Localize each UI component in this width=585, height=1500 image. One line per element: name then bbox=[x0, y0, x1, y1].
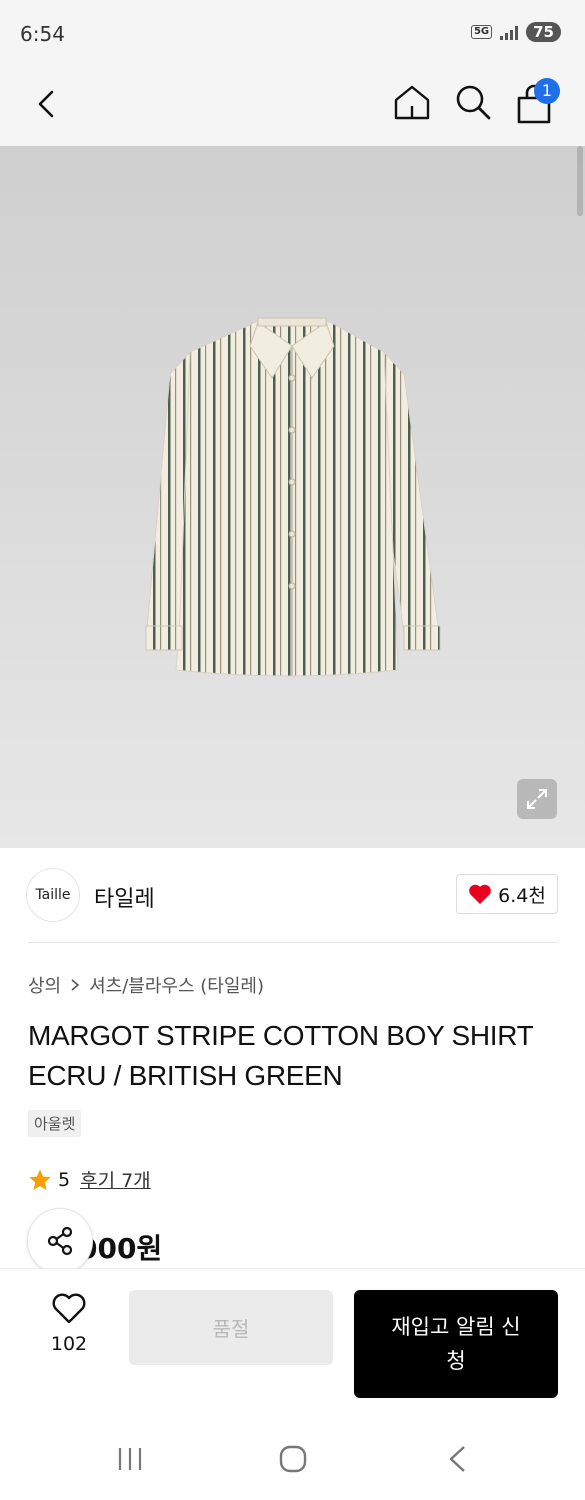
outlet-badge: 아울렛 bbox=[28, 1110, 82, 1137]
recent-apps-icon bbox=[118, 1448, 142, 1470]
wish-button[interactable]: 102 bbox=[36, 1293, 102, 1363]
expand-image-button[interactable] bbox=[517, 779, 557, 819]
star-icon bbox=[29, 1169, 51, 1190]
home-icon bbox=[394, 85, 430, 120]
scrollbar[interactable] bbox=[577, 146, 583, 216]
product-image[interactable] bbox=[0, 146, 585, 848]
share-icon bbox=[47, 1226, 73, 1256]
brand-like-button[interactable]: 6.4천 bbox=[456, 874, 558, 914]
system-home-button[interactable] bbox=[278, 1444, 308, 1474]
restock-alert-button[interactable]: 재입고 알림 신청 bbox=[354, 1290, 558, 1398]
divider bbox=[28, 942, 558, 943]
back-button[interactable] bbox=[30, 86, 66, 122]
top-nav: 1 bbox=[0, 68, 585, 146]
chevron-right-icon bbox=[71, 979, 80, 991]
system-nav bbox=[0, 1413, 585, 1500]
status-indicators: 5G 75 bbox=[470, 22, 561, 42]
brand-logo[interactable]: Taille bbox=[26, 868, 80, 922]
product-title: MARGOT STRIPE COTTON BOY SHIRT ECRU / BR… bbox=[28, 1020, 533, 1091]
battery-icon: 75 bbox=[526, 22, 561, 42]
back-icon bbox=[38, 90, 54, 118]
striped-shirt-image bbox=[145, 317, 441, 677]
brand-name[interactable]: 타일레 bbox=[94, 881, 155, 913]
review-link[interactable]: 후기 7개 bbox=[80, 1166, 151, 1193]
brand-like-count: 6.4천 bbox=[498, 884, 546, 907]
breadcrumb-category[interactable]: 상의 bbox=[28, 972, 61, 998]
system-back-button[interactable] bbox=[444, 1444, 470, 1474]
search-icon bbox=[456, 85, 491, 120]
system-home-icon bbox=[279, 1445, 307, 1473]
wish-count: 102 bbox=[50, 1333, 88, 1355]
heart-icon bbox=[469, 884, 491, 904]
breadcrumb: 상의 셔츠/블라우스 (타일레) bbox=[28, 972, 264, 998]
status-bar: 6:54 5G 75 bbox=[0, 0, 585, 68]
share-button[interactable] bbox=[27, 1208, 93, 1274]
rating-value: 5 bbox=[58, 1168, 71, 1191]
signal-icon bbox=[500, 24, 519, 40]
system-back-icon bbox=[449, 1446, 465, 1472]
rating: 5 후기 7개 bbox=[28, 1166, 151, 1193]
soldout-button: 품절 bbox=[129, 1290, 333, 1365]
home-button[interactable] bbox=[392, 82, 432, 122]
network-5g-icon: 5G bbox=[470, 25, 493, 39]
heart-outline-icon bbox=[52, 1293, 86, 1324]
action-bar: 102 품절 재입고 알림 신청 bbox=[0, 1268, 585, 1413]
expand-icon bbox=[527, 789, 547, 809]
breadcrumb-subcategory[interactable]: 셔츠/블라우스 (타일레) bbox=[89, 972, 264, 998]
cart-button[interactable]: 1 bbox=[514, 78, 560, 124]
recent-apps-button[interactable] bbox=[116, 1445, 144, 1473]
cart-badge: 1 bbox=[534, 78, 560, 104]
status-time: 6:54 bbox=[20, 22, 65, 46]
search-button[interactable] bbox=[454, 82, 492, 122]
